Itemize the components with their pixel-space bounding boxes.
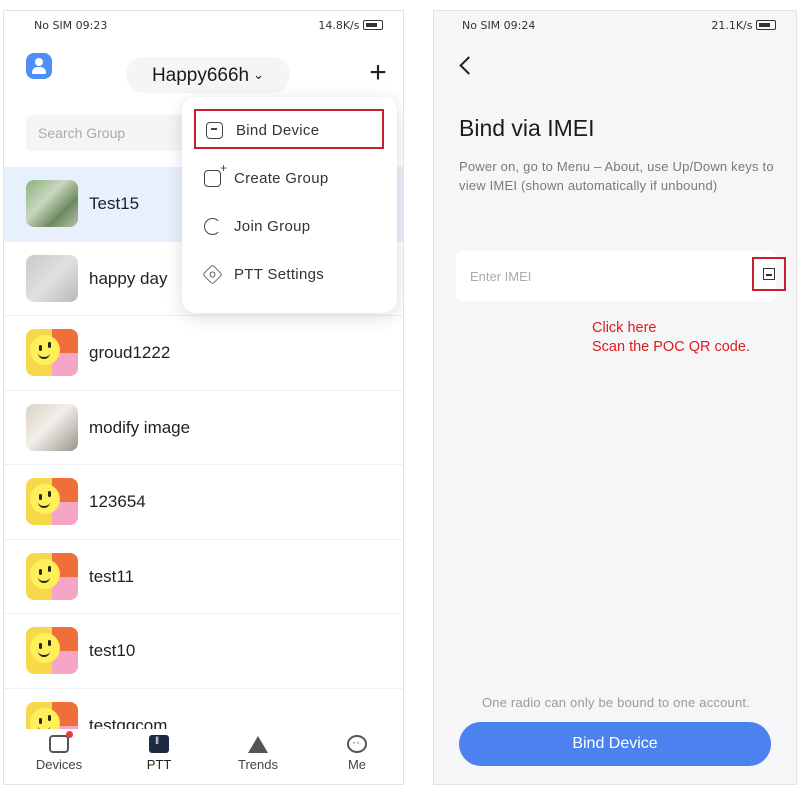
group-avatar <box>26 552 78 600</box>
devices-icon <box>49 731 73 753</box>
group-avatar <box>26 329 78 376</box>
status-carrier-time: No SIM 09:23 <box>34 19 108 32</box>
menu-item-create-group[interactable]: Create Group <box>194 159 384 199</box>
search-group-box[interactable] <box>26 115 186 151</box>
menu-item-label: Bind Device <box>236 122 320 139</box>
me-icon <box>347 735 367 753</box>
group-avatar <box>26 403 78 451</box>
notification-badge <box>66 731 73 738</box>
group-avatar <box>26 180 78 227</box>
group-avatar <box>26 478 78 525</box>
back-arrow-icon[interactable] <box>456 51 480 81</box>
status-bar: No SIM 09:23 14.8K/s <box>4 11 403 41</box>
group-name: groud1222 <box>89 343 171 362</box>
groups-screen: No SIM 09:23 14.8K/s Happy666h⌄ + Test15… <box>3 10 404 785</box>
network-speed: 21.1K/s <box>711 19 753 32</box>
group-name: happy day <box>89 268 168 288</box>
page-title: Bind via IMEI <box>459 115 595 141</box>
imei-instructions: Power on, go to Menu – About, use Up/Dow… <box>459 159 774 193</box>
status-bar: No SIM 09:24 21.1K/s <box>434 11 796 41</box>
account-name: Happy666h <box>151 65 250 86</box>
nav-tab-ptt[interactable]: PTT <box>119 733 199 772</box>
group-row[interactable]: groud1222 <box>4 316 403 391</box>
group-avatar <box>26 627 78 674</box>
menu-item-label: PTT Settings <box>234 266 325 283</box>
bind-imei-screen: No SIM 09:24 21.1K/s Bind via IMEI Power… <box>433 10 797 785</box>
imei-field-box <box>456 251 786 301</box>
group-name: 123654 <box>89 492 146 511</box>
menu-item-join-group[interactable]: Join Group <box>194 207 384 247</box>
nav-tab-me[interactable]: Me <box>317 733 397 772</box>
nav-label: Devices <box>35 757 83 772</box>
battery-icon <box>363 20 383 30</box>
menu-item-label: Create Group <box>234 170 329 187</box>
bind-device-icon <box>206 122 223 139</box>
group-name: test11 <box>89 566 135 586</box>
status-carrier-time: No SIM 09:24 <box>462 19 536 32</box>
scan-qr-button[interactable] <box>752 257 786 291</box>
status-indicators: 14.8K/s <box>318 19 383 32</box>
nav-label: Trends <box>238 757 278 772</box>
group-row[interactable]: modify image <box>4 391 403 465</box>
menu-item-ptt-settings[interactable]: PTT Settings <box>194 255 384 295</box>
create-group-icon <box>204 161 227 187</box>
annotation-line-1: Click here <box>592 320 657 336</box>
ptt-icon <box>149 735 169 753</box>
nav-label: PTT <box>146 757 172 772</box>
group-row[interactable]: 123654 <box>4 465 403 540</box>
settings-icon <box>202 264 223 285</box>
group-name: modify image <box>89 417 191 437</box>
bind-device-button[interactable]: Bind Device <box>459 722 771 766</box>
group-avatar <box>26 254 78 302</box>
user-profile-icon[interactable] <box>26 53 52 79</box>
group-name: test10 <box>89 641 136 660</box>
network-speed: 14.8K/s <box>318 19 360 32</box>
add-button[interactable]: + <box>364 58 392 88</box>
binding-note: One radio can only be bound to one accou… <box>481 695 751 710</box>
trends-icon <box>248 735 268 753</box>
group-name: Test15 <box>89 194 140 213</box>
group-row[interactable]: test11 <box>4 540 403 614</box>
add-menu-dropdown: Bind Device Create Group Join Group PTT … <box>182 97 397 313</box>
nav-tab-trends[interactable]: Trends <box>218 733 298 772</box>
nav-tab-devices[interactable]: Devices <box>19 731 99 772</box>
search-group-input[interactable] <box>26 115 186 151</box>
nav-label: Me <box>347 757 367 772</box>
battery-icon <box>756 20 776 30</box>
chevron-down-icon: ⌄ <box>253 67 265 82</box>
status-indicators: 21.1K/s <box>711 19 776 32</box>
menu-item-label: Join Group <box>234 218 311 235</box>
group-row[interactable]: test10 <box>4 614 403 689</box>
scan-annotation: Click here Scan the POC QR code. <box>592 319 750 357</box>
account-switcher[interactable]: Happy666h ⌄ <box>126 57 290 93</box>
join-group-icon <box>204 218 221 235</box>
annotation-line-2: Scan the POC QR code. <box>592 339 750 355</box>
menu-item-bind-device[interactable]: Bind Device <box>194 109 384 149</box>
bottom-nav: Devices PTT Trends Me <box>4 729 403 784</box>
imei-input[interactable] <box>456 251 736 301</box>
